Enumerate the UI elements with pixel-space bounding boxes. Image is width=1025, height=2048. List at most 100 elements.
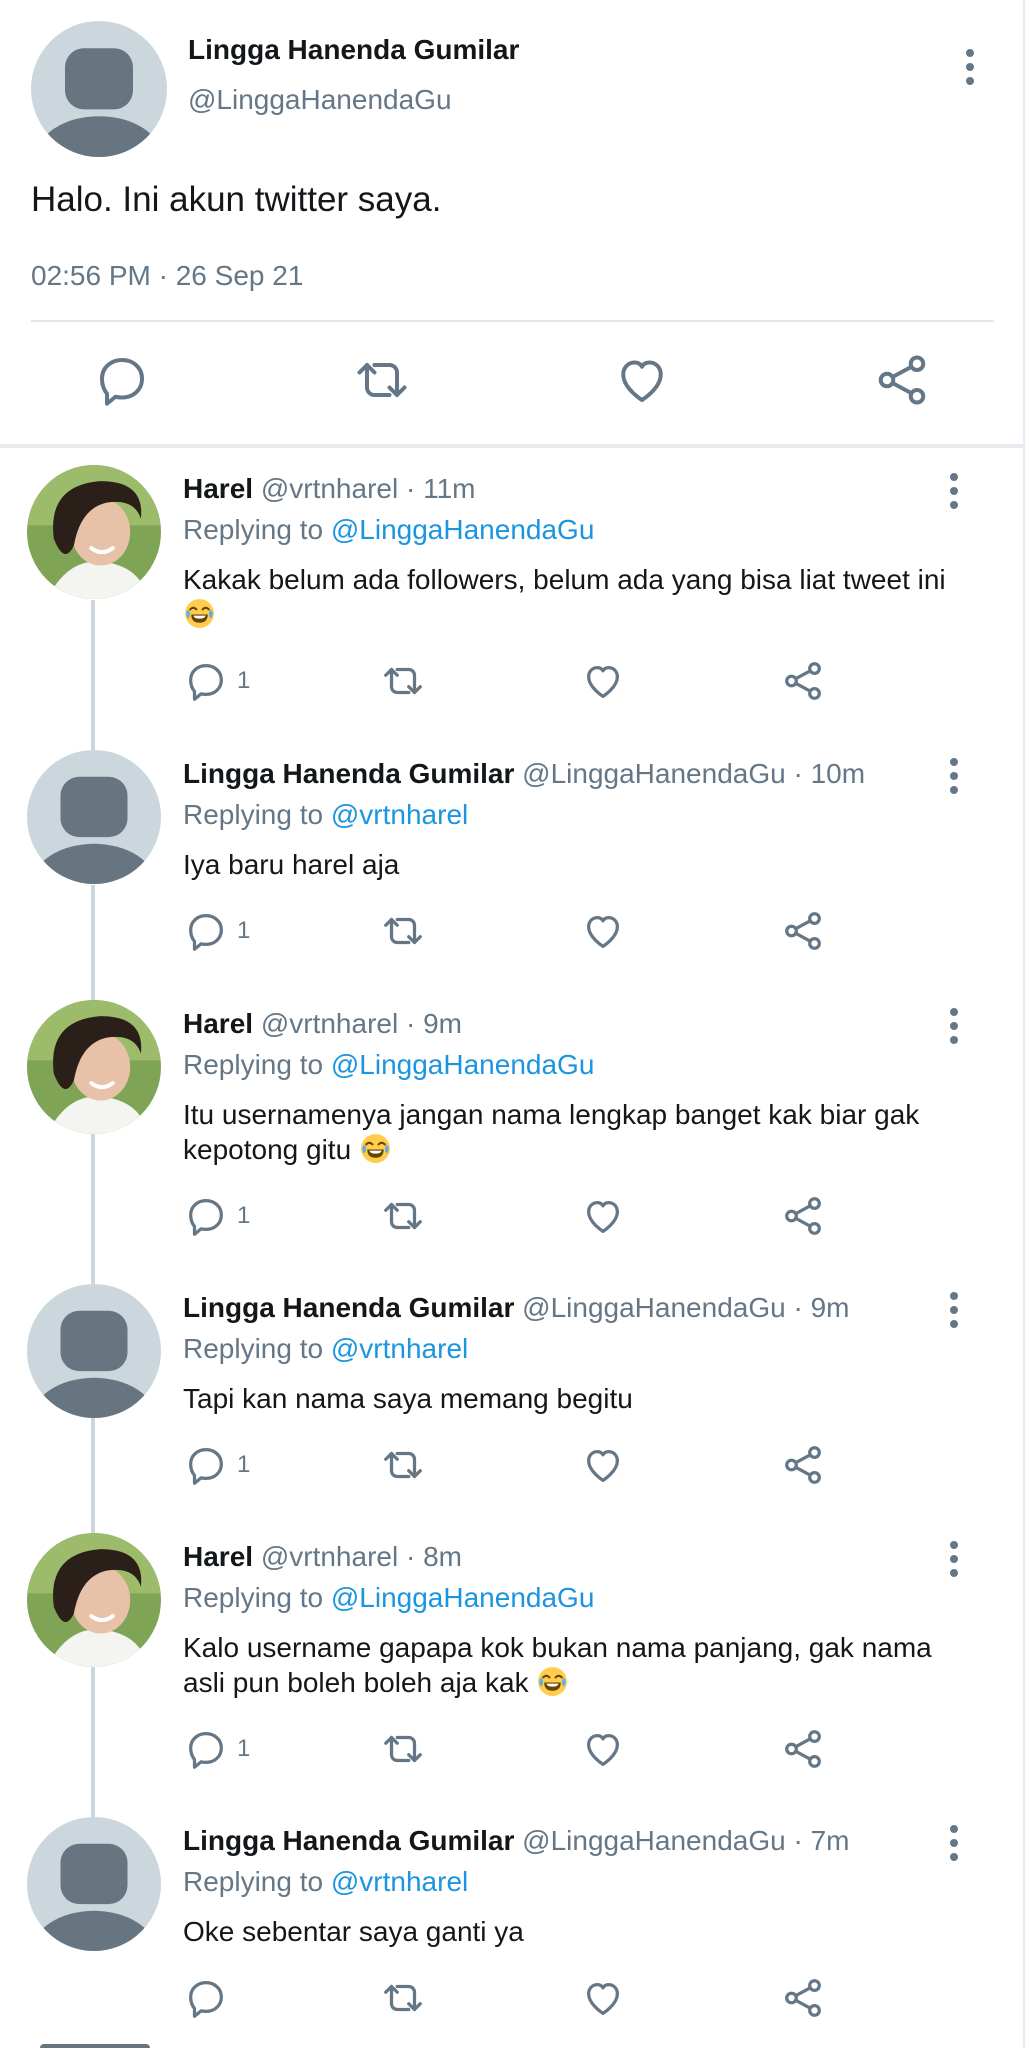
reply-icon (183, 658, 229, 704)
retweet-button[interactable] (380, 1442, 426, 1488)
share-button[interactable] (780, 1975, 826, 2021)
reply-header: Lingga Hanenda Gumilar @LinggaHanendaGu … (183, 1292, 849, 1324)
like-icon (580, 908, 626, 954)
reply-text: Oke sebentar saya ganti ya (183, 1916, 524, 1947)
replying-label: Replying to (183, 1049, 324, 1080)
reply-icon (183, 908, 229, 954)
like-icon (580, 1975, 626, 2021)
more-vertical-icon[interactable] (937, 1006, 971, 1046)
share-icon (780, 658, 826, 704)
replying-mention-link[interactable]: @vrtnharel (331, 799, 468, 830)
reply-author-name[interactable]: Harel (183, 1008, 253, 1039)
replying-to: Replying to @vrtnharel (183, 799, 468, 831)
like-icon (580, 1726, 626, 1772)
reply-icon (183, 1975, 229, 2021)
reply-text: Itu usernamenya jangan nama lengkap bang… (183, 1099, 920, 1165)
more-vertical-icon[interactable] (937, 1823, 971, 1863)
reply-author-name[interactable]: Harel (183, 1541, 253, 1572)
reply-header: Lingga Hanenda Gumilar @LinggaHanendaGu … (183, 758, 865, 790)
share-icon[interactable] (872, 350, 932, 410)
default-avatar[interactable] (27, 1817, 161, 1951)
share-button[interactable] (780, 1442, 826, 1488)
reply-actions: 1 (183, 1193, 843, 1243)
replying-label: Replying to (183, 1582, 324, 1613)
reply-actions: 1 (183, 1442, 843, 1492)
replying-mention-link[interactable]: @vrtnharel (331, 1333, 468, 1364)
default-avatar[interactable] (31, 21, 167, 157)
reply-button[interactable]: 1 (183, 658, 250, 704)
reply-button[interactable]: 1 (183, 1726, 250, 1772)
share-button[interactable] (780, 658, 826, 704)
reply-text-block: Tapi kan nama saya memang begitu (183, 1381, 973, 1416)
reply-header: Harel @vrtnharel · 11m (183, 473, 475, 505)
retweet-icon[interactable] (352, 350, 412, 410)
share-button[interactable] (780, 908, 826, 954)
reply-author-name[interactable]: Lingga Hanenda Gumilar (183, 1825, 514, 1856)
user-avatar-photo[interactable] (27, 1000, 161, 1134)
reply-button[interactable]: 1 (183, 1193, 250, 1239)
retweet-button[interactable] (380, 1975, 426, 2021)
reply-icon[interactable] (92, 350, 152, 410)
share-icon (780, 1193, 826, 1239)
main-author-name[interactable]: Lingga Hanenda Gumilar (188, 34, 519, 66)
like-button[interactable] (580, 1975, 626, 2021)
reply-count: 1 (237, 917, 251, 944)
replying-to: Replying to @LinggaHanendaGu (183, 1049, 594, 1081)
retweet-button[interactable] (380, 1193, 426, 1239)
main-author-handle[interactable]: @LinggaHanendaGu (188, 84, 452, 116)
share-button[interactable] (780, 1193, 826, 1239)
more-vertical-icon[interactable] (953, 47, 987, 87)
more-vertical-icon[interactable] (937, 471, 971, 511)
face-with-tears-of-joy-icon (183, 597, 216, 630)
like-button[interactable] (580, 1193, 626, 1239)
replying-label: Replying to (183, 514, 324, 545)
reply-count: 1 (237, 1451, 251, 1478)
thread-line (91, 1667, 95, 1817)
replying-mention-link[interactable]: @vrtnharel (331, 1866, 468, 1897)
next-avatar-peek (40, 2044, 150, 2048)
reply-button[interactable]: 1 (183, 1442, 250, 1488)
main-tweet-text: Halo. Ini akun twitter saya. (31, 180, 442, 219)
like-button[interactable] (580, 1726, 626, 1772)
reply-handle-time: @LinggaHanendaGu · 10m (522, 758, 866, 789)
default-avatar[interactable] (27, 750, 161, 884)
share-button[interactable] (780, 1726, 826, 1772)
replying-mention-link[interactable]: @LinggaHanendaGu (331, 1049, 595, 1080)
retweet-button[interactable] (380, 908, 426, 954)
reply-text: Tapi kan nama saya memang begitu (183, 1383, 633, 1414)
like-button[interactable] (580, 1442, 626, 1488)
divider (31, 320, 994, 322)
like-button[interactable] (580, 658, 626, 704)
user-avatar-photo[interactable] (27, 465, 161, 599)
reply-actions: 1 (183, 1726, 843, 1776)
reply-author-name[interactable]: Lingga Hanenda Gumilar (183, 1292, 514, 1323)
retweet-button[interactable] (380, 1726, 426, 1772)
like-icon[interactable] (612, 350, 672, 410)
replying-to: Replying to @vrtnharel (183, 1333, 468, 1365)
tweet-thread-page: Lingga Hanenda Gumilar @LinggaHanendaGu … (0, 0, 1025, 2048)
reply-author-name[interactable]: Lingga Hanenda Gumilar (183, 758, 514, 789)
retweet-icon (380, 1442, 426, 1488)
replying-mention-link[interactable]: @LinggaHanendaGu (331, 514, 595, 545)
share-icon (780, 1975, 826, 2021)
reply-button[interactable] (183, 1975, 237, 2021)
main-tweet: Lingga Hanenda Gumilar @LinggaHanendaGu … (0, 0, 1025, 448)
more-vertical-icon[interactable] (937, 1290, 971, 1330)
more-vertical-icon[interactable] (937, 756, 971, 796)
reply-text: Kakak belum ada followers, belum ada yan… (183, 564, 946, 595)
replying-label: Replying to (183, 1866, 324, 1897)
reply-handle-time: @vrtnharel · 11m (260, 473, 476, 504)
retweet-button[interactable] (380, 658, 426, 704)
like-icon (580, 1442, 626, 1488)
replying-mention-link[interactable]: @LinggaHanendaGu (331, 1582, 595, 1613)
reply-button[interactable]: 1 (183, 908, 250, 954)
more-vertical-icon[interactable] (937, 1539, 971, 1579)
reply-author-name[interactable]: Harel (183, 473, 253, 504)
default-avatar[interactable] (27, 1284, 161, 1418)
reply-header: Harel @vrtnharel · 9m (183, 1008, 462, 1040)
main-tweet-actions (0, 350, 1025, 420)
section-separator (0, 444, 1025, 448)
like-button[interactable] (580, 908, 626, 954)
user-avatar-photo[interactable] (27, 1533, 161, 1667)
face-with-tears-of-joy-icon (536, 1665, 569, 1698)
